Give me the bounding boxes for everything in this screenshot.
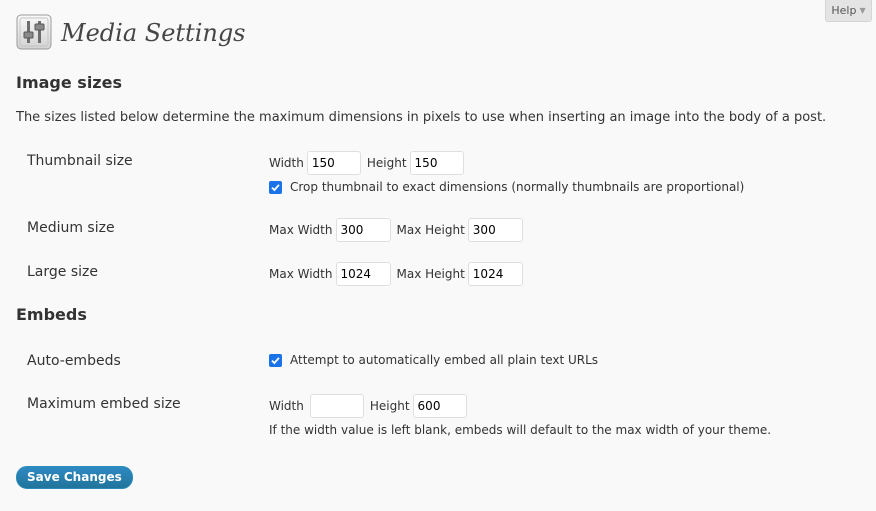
medium-size-label: Medium size xyxy=(27,220,115,236)
save-changes-button[interactable]: Save Changes xyxy=(16,466,133,489)
embed-width-label: Width xyxy=(269,399,304,413)
image-sizes-heading: Image sizes xyxy=(16,73,122,92)
auto-embeds-checkbox[interactable] xyxy=(269,353,282,367)
medium-width-label: Max Width xyxy=(269,223,333,237)
large-width-input[interactable] xyxy=(335,262,391,286)
medium-width-input[interactable] xyxy=(335,218,391,242)
large-size-fields: Max Width Max Height xyxy=(269,262,523,286)
large-width-label: Max Width xyxy=(269,267,333,281)
embeds-heading: Embeds xyxy=(16,305,87,324)
checkmark-icon xyxy=(271,356,280,364)
embed-height-label: Height xyxy=(369,399,410,413)
large-size-label: Large size xyxy=(27,264,98,280)
page-title: Media Settings xyxy=(61,18,246,47)
thumbnail-width-input[interactable] xyxy=(306,151,361,175)
thumbnail-width-label: Width xyxy=(269,156,304,170)
thumbnail-height-input[interactable] xyxy=(409,151,464,175)
medium-height-input[interactable] xyxy=(467,218,523,242)
thumbnail-size-fields: Width Height xyxy=(269,151,464,175)
settings-sliders-icon xyxy=(16,14,52,50)
thumbnail-size-label: Thumbnail size xyxy=(27,153,133,169)
page-header: Media Settings xyxy=(16,14,246,50)
auto-embeds-label: Auto-embeds xyxy=(27,353,121,369)
embed-size-note: If the width value is left blank, embeds… xyxy=(269,423,772,437)
max-embed-size-fields: Width Height xyxy=(269,394,467,418)
checkmark-icon xyxy=(271,183,280,191)
medium-size-fields: Max Width Max Height xyxy=(269,218,523,242)
auto-embeds-checkbox-label: Attempt to automatically embed all plain… xyxy=(290,353,599,367)
large-height-label: Max Height xyxy=(396,267,465,281)
image-sizes-description: The sizes listed below determine the max… xyxy=(16,110,827,125)
medium-height-label: Max Height xyxy=(396,223,465,237)
auto-embeds-option: Attempt to automatically embed all plain… xyxy=(269,353,598,367)
embed-width-input[interactable] xyxy=(309,394,364,418)
thumbnail-height-label: Height xyxy=(366,156,407,170)
max-embed-size-label: Maximum embed size xyxy=(27,396,181,412)
embed-height-input[interactable] xyxy=(412,394,467,418)
thumbnail-crop-option: Crop thumbnail to exact dimensions (norm… xyxy=(269,180,744,194)
thumbnail-crop-label: Crop thumbnail to exact dimensions (norm… xyxy=(290,180,745,194)
large-height-input[interactable] xyxy=(467,262,523,286)
help-tab[interactable]: Help ▼ xyxy=(825,0,872,22)
help-tab-label: Help xyxy=(831,4,857,17)
chevron-down-icon: ▼ xyxy=(859,6,866,15)
thumbnail-crop-checkbox[interactable] xyxy=(269,180,282,194)
